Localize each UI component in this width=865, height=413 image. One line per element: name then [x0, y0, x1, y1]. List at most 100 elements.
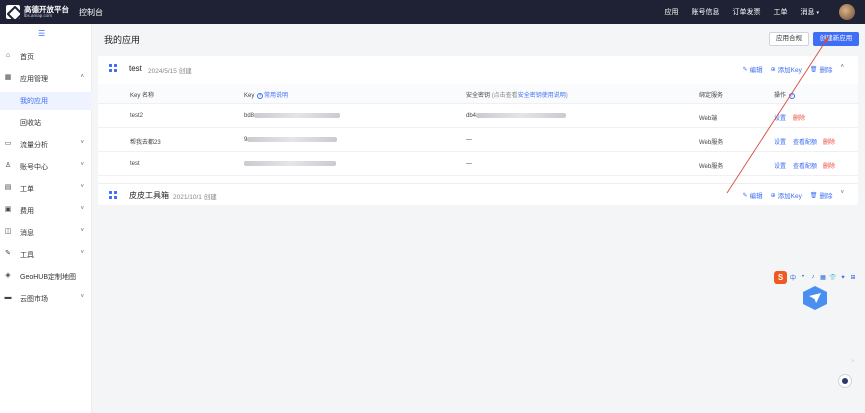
app-card-header[interactable]: 皮皮工具箱 2021/10/1 创建 ✎ 编辑 ⊕ 添加Key 🗑 删除 ˅: [98, 184, 858, 208]
console-link[interactable]: 控制台: [79, 7, 103, 18]
delete-label: 删除: [819, 67, 833, 74]
chevron-down-icon: ˅: [80, 294, 84, 300]
key-name: 帮我去都23: [130, 140, 161, 146]
sogou-ime-icon[interactable]: S: [774, 270, 787, 284]
sidebar-item-label: 账号中心: [20, 164, 48, 171]
secret-help-link[interactable]: 安全密钥使用说明: [518, 93, 566, 99]
question-icon: ?: [788, 93, 795, 99]
app-grid-icon: [109, 64, 117, 72]
nav-tickets[interactable]: 工单: [773, 7, 787, 17]
secret-value: —: [466, 161, 472, 167]
redacted-key: [247, 137, 338, 142]
skin-icon[interactable]: 👕: [829, 274, 837, 281]
sidebar-item-label: 首页: [20, 54, 34, 61]
keys-table-header: Key 名称 Key ? 常用说明 安全密钥 (点击查看安全密钥使用说明) 绑定服…: [98, 84, 858, 104]
sidebar: ☰ ⌂ 首页 ▦ 应用管理 ˄ 我的应用 回收站 ▭ 流量分析 ˅ ♙ 账号中心…: [0, 24, 92, 413]
edit-label: 编辑: [749, 193, 763, 200]
delete-key-link[interactable]: 删除: [823, 161, 835, 170]
keyboard-icon[interactable]: ▦: [819, 274, 827, 281]
table-row: test2 bd8 db4 Web端 设置 删除: [98, 105, 858, 128]
help-robot-icon[interactable]: [838, 374, 852, 388]
table-row: test — Web服务 设置 查看配额 删除: [98, 153, 858, 176]
home-icon: ⌂: [5, 52, 11, 59]
chevron-down-icon[interactable]: ˅: [840, 190, 844, 200]
voice-icon[interactable]: ♪: [809, 274, 817, 280]
amap-logo[interactable]: 高德开放平台 lbs.amap.com: [6, 4, 70, 20]
edit-app-button[interactable]: ✎ 编辑: [743, 64, 763, 75]
nav-messages-label: 消息: [800, 9, 815, 16]
app-grid-icon: [109, 191, 117, 199]
app-compliance-button[interactable]: 应用合规: [769, 32, 809, 46]
redacted-key: [244, 161, 336, 166]
delete-app-button[interactable]: 🗑 删除: [809, 64, 833, 75]
sidebar-item-billing[interactable]: ▣ 费用 ˅: [0, 202, 92, 220]
col-key: Key ? 常用说明: [244, 90, 288, 99]
col-ops: 操作 ?: [774, 90, 796, 99]
chinese-mode-icon[interactable]: 中: [789, 273, 797, 282]
user-icon: ♙: [4, 162, 12, 169]
menu-grid-icon[interactable]: ⊞: [849, 274, 857, 281]
chevron-down-icon: ˅: [80, 184, 84, 190]
add-key-label: 添加Key: [777, 67, 802, 74]
nav-orders[interactable]: 订单发票: [732, 7, 760, 17]
sidebar-item-my-apps[interactable]: 我的应用: [0, 92, 92, 110]
key-value: 9: [244, 137, 338, 143]
delete-key-link[interactable]: 删除: [823, 137, 835, 146]
settings-link[interactable]: 设置: [774, 137, 786, 146]
sidebar-item-account-center[interactable]: ♙ 账号中心 ˅: [0, 158, 92, 176]
nav-account[interactable]: 账号信息: [691, 7, 719, 17]
logo-subtitle: lbs.amap.com: [24, 13, 53, 18]
sidebar-item-messages[interactable]: ◫ 消息 ˅: [0, 224, 92, 242]
app-card-header[interactable]: test 2024/5/15 创建 ✎ 编辑 ⊕ 添加Key 🗑 删除 ˄: [98, 56, 858, 80]
bound-service: Web端: [699, 116, 718, 122]
key-help-link[interactable]: 常用说明: [264, 93, 288, 99]
chevron-down-icon: ˅: [80, 228, 84, 234]
col-service: 绑定服务: [699, 93, 724, 99]
chart-icon: ▭: [4, 140, 12, 147]
settings-link[interactable]: 设置: [774, 113, 786, 122]
logo-mark-icon: [6, 5, 20, 19]
sidebar-item-label: 我的应用: [20, 98, 48, 105]
sidebar-item-home[interactable]: ⌂ 首页: [0, 48, 92, 66]
col-ops-label: 操作: [774, 93, 787, 99]
toolbox-icon[interactable]: ✦: [839, 274, 847, 281]
sidebar-item-geohub[interactable]: ◈ GeoHUB定制地图: [0, 268, 92, 286]
create-app-button[interactable]: 创建新应用: [813, 32, 859, 46]
sidebar-item-label: 消息: [20, 230, 34, 237]
chevron-down-icon: ˅: [80, 250, 84, 256]
redacted-secret: [476, 113, 567, 118]
chevron-up-icon[interactable]: ˄: [840, 64, 844, 74]
view-quota-link[interactable]: 查看配额: [793, 137, 817, 146]
app-card: test 2024/5/15 创建 ✎ 编辑 ⊕ 添加Key 🗑 删除 ˄ Key 名…: [98, 56, 858, 184]
chevron-right-icon[interactable]: ›: [852, 358, 854, 364]
sidebar-item-traffic[interactable]: ▭ 流量分析 ˅: [0, 136, 92, 154]
secret-value: —: [466, 137, 472, 143]
key-value: bd8: [244, 113, 341, 119]
punctuation-icon[interactable]: •: [799, 274, 807, 280]
delete-key-link[interactable]: 删除: [793, 113, 805, 122]
layers-icon: ◈: [5, 272, 11, 279]
trash-icon: 🗑: [809, 66, 818, 73]
sidebar-item-label: GeoHUB定制地图: [20, 274, 77, 281]
app-created-date: 2021/10/1 创建: [173, 194, 217, 201]
bound-service: Web服务: [699, 164, 724, 170]
nav-apps[interactable]: 应用: [664, 7, 678, 17]
sidebar-item-recycle-bin[interactable]: 回收站: [0, 114, 92, 132]
sidebar-item-tickets[interactable]: ▤ 工单 ˅: [0, 180, 92, 198]
add-key-button[interactable]: ⊕ 添加Key: [771, 190, 802, 201]
edit-app-button[interactable]: ✎ 编辑: [743, 190, 763, 201]
add-key-button[interactable]: ⊕ 添加Key: [771, 64, 802, 75]
settings-link[interactable]: 设置: [774, 161, 786, 170]
sidebar-item-tools[interactable]: ✎ 工具 ˅: [0, 246, 92, 264]
app-created-date: 2024/5/15 创建: [148, 68, 192, 75]
view-quota-link[interactable]: 查看配额: [793, 161, 817, 170]
sidebar-item-cloud-market[interactable]: ▬ 云图市场 ˅: [0, 290, 92, 308]
sidebar-item-app-management[interactable]: ▦ 应用管理 ˄: [0, 70, 92, 88]
ime-toolbar: S 中 • ♪ ▦ 👕 ✦ ⊞: [774, 270, 858, 284]
bound-service: Web服务: [699, 140, 724, 146]
delete-app-button[interactable]: 🗑 删除: [810, 190, 833, 201]
menu-collapse-icon[interactable]: ☰: [38, 29, 45, 38]
user-avatar[interactable]: [839, 4, 855, 20]
nav-messages[interactable]: 消息 ▾: [800, 7, 819, 17]
billing-icon: ▣: [4, 206, 12, 213]
